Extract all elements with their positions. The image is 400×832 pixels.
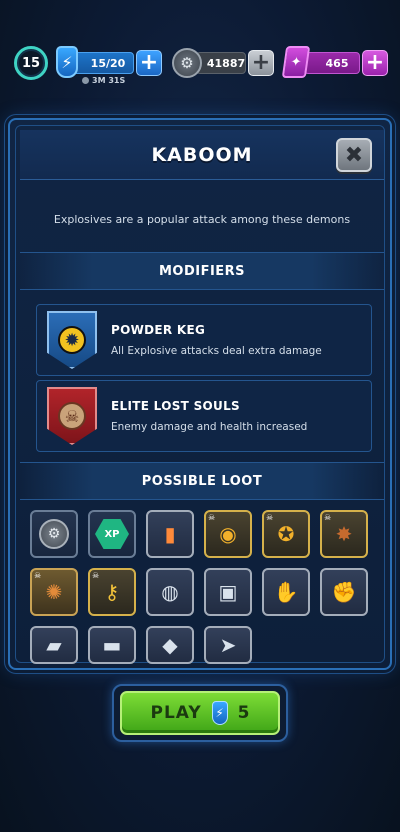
plus-icon: + xyxy=(365,50,385,75)
coin-icon: ⚙ xyxy=(39,519,69,549)
clock-icon xyxy=(82,77,89,84)
modifier-description: Enemy damage and health increased xyxy=(111,421,308,433)
gold-cannon-icon: ✪ xyxy=(277,522,295,546)
loot-rocket-ammo[interactable]: ▮ xyxy=(146,510,194,558)
gem-value: 465 xyxy=(325,56,349,70)
demon-tag-icon: ☠ xyxy=(266,513,274,522)
energy-icon: ⚡ xyxy=(56,46,78,78)
player-level-value: 15 xyxy=(21,55,41,71)
play-button-frame: PLAY ⚡ 5 xyxy=(112,684,288,742)
plus-icon: + xyxy=(139,50,159,75)
loot-demon-trophy[interactable]: ☠ ✸ xyxy=(320,510,368,558)
gold-key-icon: ⚷ xyxy=(104,580,120,604)
modifier-description: All Explosive attacks deal extra damage xyxy=(111,345,322,357)
silver-rifle-icon: ▬ xyxy=(102,633,122,657)
modifier-text: POWDER KEG All Explosive attacks deal ex… xyxy=(111,323,322,357)
loot-coin[interactable]: ⚙ xyxy=(30,510,78,558)
modifier-card-powder-keg[interactable]: ✹ POWDER KEG All Explosive attacks deal … xyxy=(36,304,372,376)
silver-fist-icon: ✊ xyxy=(331,580,357,604)
silver-shotgun-icon: ➤ xyxy=(219,633,237,657)
silver-gloves-icon: ✋ xyxy=(273,580,299,604)
demon-tag-icon: ☠ xyxy=(34,571,42,580)
gold-shield-icon: ✺ xyxy=(45,580,63,604)
demon-tag-icon: ☠ xyxy=(324,513,332,522)
plus-icon: + xyxy=(251,50,271,75)
mission-title: KABOOM xyxy=(151,143,253,166)
loot-silver-launcher[interactable]: ▰ xyxy=(30,626,78,664)
play-button[interactable]: PLAY ⚡ 5 xyxy=(120,691,280,735)
play-energy-cost: 5 xyxy=(237,703,250,723)
energy-value: 15/20 xyxy=(90,56,126,70)
modifier-card-elite-lost-souls[interactable]: ☠ ELITE LOST SOULS Enemy damage and heal… xyxy=(36,380,372,452)
loot-silver-armor[interactable]: ▣ xyxy=(204,568,252,616)
explosion-icon: ✹ xyxy=(58,326,86,354)
modifiers-heading: MODIFIERS xyxy=(20,252,384,290)
loot-silver-shotgun[interactable]: ➤ xyxy=(204,626,252,664)
loot-silver-helmet[interactable]: ◍ xyxy=(146,568,194,616)
add-energy-button[interactable]: + xyxy=(136,50,162,76)
gem-counter: 465 xyxy=(304,52,360,74)
explosion-badge-icon: ✹ xyxy=(47,311,97,369)
loot-silver-rifle[interactable]: ▬ xyxy=(88,626,136,664)
modifier-text: ELITE LOST SOULS Enemy damage and health… xyxy=(111,399,307,433)
xp-label: XP xyxy=(104,528,120,540)
demon-tag-icon: ☠ xyxy=(92,571,100,580)
loot-gold-cannon[interactable]: ☠ ✪ xyxy=(262,510,310,558)
demon-trophy-icon: ✸ xyxy=(335,522,353,546)
player-level-badge[interactable]: 15 xyxy=(14,46,48,80)
modifier-name: ELITE LOST SOULS xyxy=(111,399,240,413)
gem-icon: ✦ xyxy=(281,46,311,78)
loot-silver-blaster[interactable]: ◆ xyxy=(146,626,194,664)
energy-icon: ⚡ xyxy=(211,701,228,725)
modifier-name: POWDER KEG xyxy=(111,323,206,337)
close-icon: ✖ xyxy=(344,142,364,168)
loot-silver-gloves[interactable]: ✋ xyxy=(262,568,310,616)
silver-armor-icon: ▣ xyxy=(218,580,238,604)
panel-header: KABOOM ✖ xyxy=(20,130,384,180)
silver-blaster-icon: ◆ xyxy=(162,633,178,657)
loot-gold-shield[interactable]: ☠ ✺ xyxy=(30,568,78,616)
rocket-ammo-icon: ▮ xyxy=(164,522,176,546)
silver-helmet-icon: ◍ xyxy=(161,580,179,604)
coin-counter: 41887 xyxy=(196,52,246,74)
mission-description: Explosives are a popular attack among th… xyxy=(53,212,351,226)
xp-icon: XP xyxy=(95,519,129,549)
coin-value: 41887 xyxy=(206,56,246,70)
loot-xp[interactable]: XP xyxy=(88,510,136,558)
coin-icon: ⚙ xyxy=(172,48,202,78)
add-coins-button[interactable]: + xyxy=(248,50,274,76)
demon-tag-icon: ☠ xyxy=(208,513,216,522)
energy-timer-value: 3M 31S xyxy=(92,76,126,85)
skull-icon: ☠ xyxy=(58,402,86,430)
loot-gold-visor-helmet[interactable]: ☠ ◉ xyxy=(204,510,252,558)
close-button[interactable]: ✖ xyxy=(336,138,372,172)
loot-gold-key[interactable]: ☠ ⚷ xyxy=(88,568,136,616)
play-label: PLAY xyxy=(150,703,202,723)
loot-silver-fist[interactable]: ✊ xyxy=(320,568,368,616)
possible-loot-heading: POSSIBLE LOOT xyxy=(20,462,384,500)
add-gems-button[interactable]: + xyxy=(362,50,388,76)
silver-launcher-icon: ▰ xyxy=(46,633,62,657)
energy-refill-timer: 3M 31S xyxy=(82,76,125,85)
top-resource-bar: 15 15/20 ⚡ + 3M 31S 41887 ⚙ + 465 ✦ + xyxy=(0,44,400,85)
demon-skull-badge-icon: ☠ xyxy=(47,387,97,445)
gold-visor-helmet-icon: ◉ xyxy=(219,522,237,546)
